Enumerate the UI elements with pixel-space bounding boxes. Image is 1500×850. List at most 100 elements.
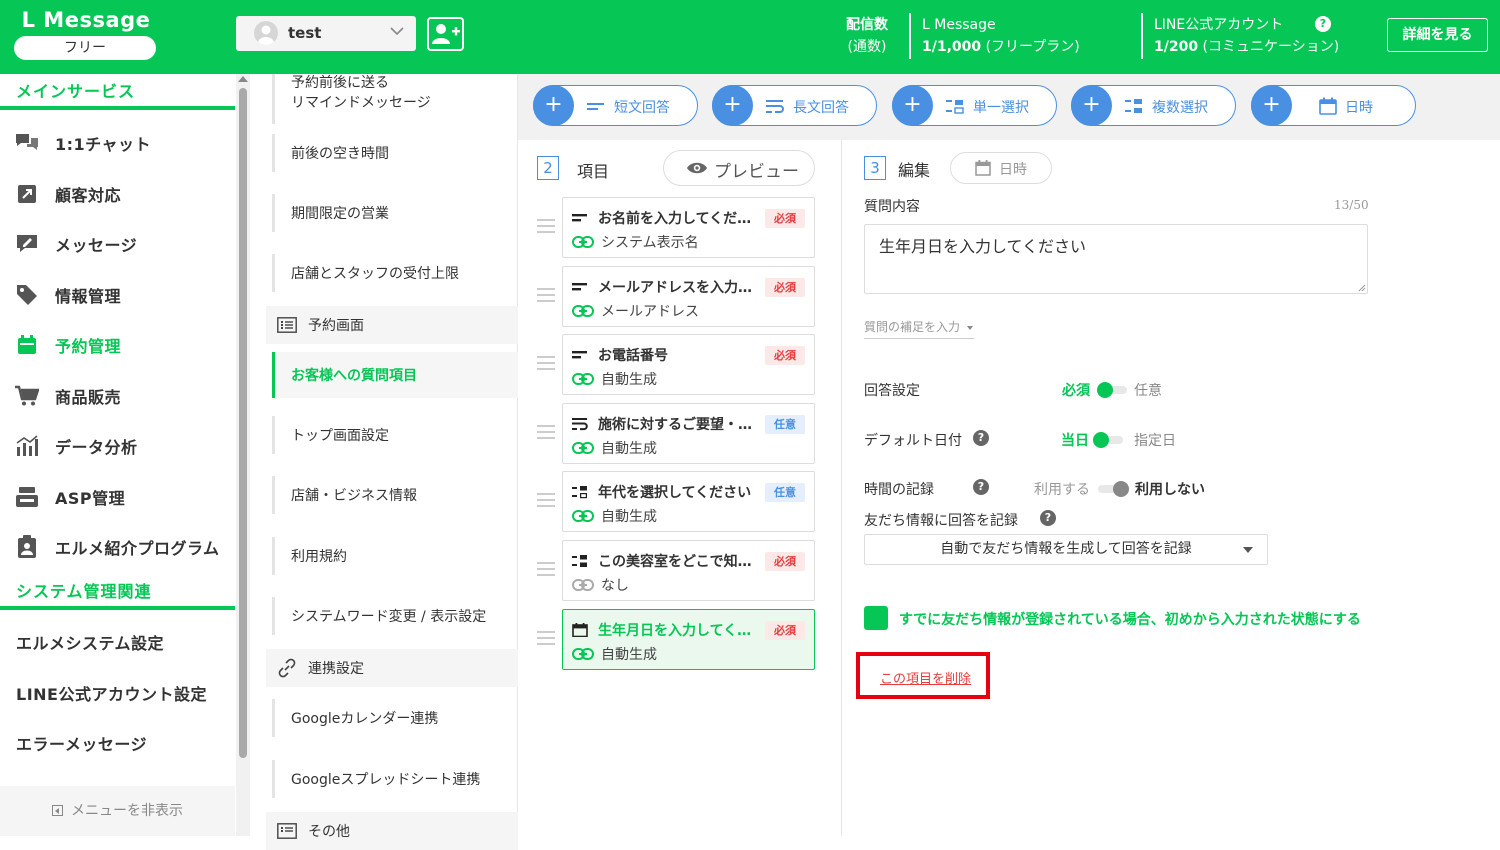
account-selector[interactable]: test (236, 16, 416, 51)
calendar-icon (975, 160, 991, 176)
required-badge: 必須 (765, 346, 805, 365)
help-icon[interactable]: ? (973, 430, 989, 446)
link-icon (572, 510, 594, 522)
submenu-head-integration: 連携設定 (266, 649, 518, 687)
question-item[interactable]: メールアドレスを入力… 必須 メールアドレス (562, 266, 815, 327)
question-item-selected[interactable]: 生年月日を入力してく… 必須 自動生成 (562, 609, 815, 670)
sidebar-item-message[interactable]: メッセージ (0, 219, 235, 269)
items-title: 項目 (577, 162, 610, 181)
sidebar-item-system-settings[interactable]: エルメシステム設定 (0, 619, 235, 669)
sidebar-scrollbar[interactable] (236, 74, 250, 836)
sidebar: メインサービス 1:1チャット 顧客対応 メッセージ 情報管理 予約管理 商品販… (0, 74, 235, 836)
drag-handle-icon[interactable] (537, 288, 555, 306)
sidebar-item-sales[interactable]: 商品販売 (0, 371, 235, 421)
submenu-item-terms[interactable]: 利用規約 (272, 537, 518, 575)
optional-option[interactable]: 任意 (1134, 380, 1162, 400)
sidebar-item-customer[interactable]: 顧客対応 (0, 169, 235, 219)
single-choice-icon (572, 486, 588, 499)
sidebar-item-reservation[interactable]: 予約管理 (0, 320, 235, 370)
submenu-item-buffer-time[interactable]: 前後の空き時間 (272, 134, 518, 172)
help-icon[interactable]: ? (1315, 16, 1331, 32)
cart-icon (14, 383, 40, 409)
short-text-icon (572, 351, 587, 359)
single-choice-icon (946, 100, 964, 114)
collapse-icon (52, 805, 63, 816)
sidebar-item-asp[interactable]: ASP管理 (0, 472, 235, 522)
submenu-item-system-words[interactable]: システムワード変更 / 表示設定 (272, 597, 518, 635)
time-use-option[interactable]: 利用する (1034, 479, 1090, 499)
add-multi-choice-button[interactable]: + 複数選択 (1071, 85, 1236, 126)
submenu-item-google-calendar[interactable]: Googleカレンダー連携 (272, 699, 518, 737)
sidebar-item-error-message[interactable]: エラーメッセージ (0, 720, 235, 770)
drag-handle-icon[interactable] (537, 562, 555, 580)
default-date-toggle[interactable] (1093, 432, 1123, 448)
delete-item-link[interactable]: この項目を削除 (880, 668, 971, 687)
question-item[interactable]: お電話番号 必須 自動生成 (562, 334, 815, 395)
drag-handle-icon[interactable] (537, 631, 555, 649)
submenu-item-google-sheets[interactable]: Googleスプレッドシート連携 (272, 760, 518, 798)
today-option[interactable]: 当日 (1061, 430, 1089, 450)
link-icon (572, 648, 594, 660)
scroll-up-arrow[interactable] (238, 76, 248, 82)
add-account-button[interactable] (427, 17, 464, 51)
submenu: 予約前後に送る リマインドメッセージ 前後の空き時間 期間限定の営業 店舗とスタ… (250, 74, 518, 850)
optional-badge: 任意 (765, 483, 805, 502)
edit-title: 編集 (898, 161, 931, 180)
question-item[interactable]: 年代を選択してください 任意 自動生成 (562, 471, 815, 532)
friend-record-select[interactable]: 自動で友だち情報を生成して回答を記録 (864, 534, 1268, 565)
hide-menu-button[interactable]: メニューを非表示 (0, 786, 235, 836)
sidebar-item-analytics[interactable]: データ分析 (0, 421, 235, 471)
question-item[interactable]: お名前を入力してくだ… 必須 システム表示名 (562, 197, 815, 258)
drag-handle-icon[interactable] (537, 425, 555, 443)
submenu-item-top-screen[interactable]: トップ画面設定 (272, 416, 518, 454)
sidebar-item-line-settings[interactable]: LINE公式アカウント設定 (0, 670, 235, 720)
plus-icon: + (1251, 85, 1292, 126)
account-name: test (288, 24, 322, 42)
multi-choice-icon (1125, 99, 1142, 113)
submenu-item-limited-hours[interactable]: 期間限定の営業 (272, 194, 518, 232)
time-record-toggle[interactable] (1098, 481, 1129, 497)
add-single-choice-button[interactable]: + 単一選択 (892, 85, 1057, 126)
prefill-label[interactable]: すでに友だち情報が登録されている場合、初めから入力された状態にする (899, 609, 1361, 629)
link-icon (276, 657, 298, 679)
add-long-text-button[interactable]: + 長文回答 (712, 85, 877, 126)
list-icon (276, 820, 298, 842)
resize-handle-icon[interactable] (1358, 284, 1366, 292)
plus-icon: + (1071, 85, 1112, 126)
help-icon[interactable]: ? (973, 479, 989, 495)
submenu-item-business-info[interactable]: 店舗・ビジネス情報 (272, 476, 518, 514)
add-short-text-button[interactable]: + 短文回答 (533, 85, 698, 126)
time-record-label: 時間の記録 (864, 482, 934, 498)
view-details-button[interactable]: 詳細を見る (1387, 18, 1488, 52)
question-item[interactable]: この美容室をどこで知… 必須 なし (562, 540, 815, 601)
prefill-checkbox[interactable] (864, 606, 888, 630)
drag-handle-icon[interactable] (537, 219, 555, 237)
add-datetime-button[interactable]: + 日時 (1251, 85, 1416, 126)
submenu-item-questions[interactable]: お客様への質問項目 (272, 352, 518, 398)
required-badge: 必須 (765, 209, 805, 228)
header-divider (1141, 13, 1143, 59)
short-text-icon (572, 283, 587, 291)
lmessage-count: L Message 1/1,000 (フリープラン) (922, 17, 1080, 55)
question-textarea[interactable]: 生年月日を入力してください (864, 224, 1368, 294)
help-icon[interactable]: ? (1040, 510, 1056, 526)
question-item[interactable]: 施術に対するご要望・… 任意 自動生成 (562, 403, 815, 464)
drag-handle-icon[interactable] (537, 356, 555, 374)
specified-date-option[interactable]: 指定日 (1134, 430, 1176, 450)
drag-handle-icon[interactable] (537, 493, 555, 511)
supplement-toggle-link[interactable]: 質問の補足を入力 (864, 318, 974, 339)
preview-button[interactable]: プレビュー (663, 150, 815, 186)
required-option[interactable]: 必須 (1062, 380, 1090, 400)
calendar-icon (1319, 97, 1337, 115)
sidebar-item-info[interactable]: 情報管理 (0, 270, 235, 320)
sidebar-item-chat[interactable]: 1:1チャット (0, 118, 235, 168)
logo[interactable]: L Message フリー (14, 6, 158, 60)
required-toggle[interactable] (1097, 382, 1127, 398)
main-service-section: メインサービス (0, 78, 235, 110)
sidebar-item-referral[interactable]: エルメ紹介プログラム (0, 522, 235, 572)
submenu-item-remind[interactable]: 予約前後に送る リマインドメッセージ (272, 74, 518, 124)
link-icon (572, 579, 594, 591)
submenu-item-capacity[interactable]: 店舗とスタッフの受付上限 (272, 254, 518, 292)
scrollbar-thumb[interactable] (239, 88, 247, 758)
time-nouse-option[interactable]: 利用しない (1135, 479, 1205, 499)
